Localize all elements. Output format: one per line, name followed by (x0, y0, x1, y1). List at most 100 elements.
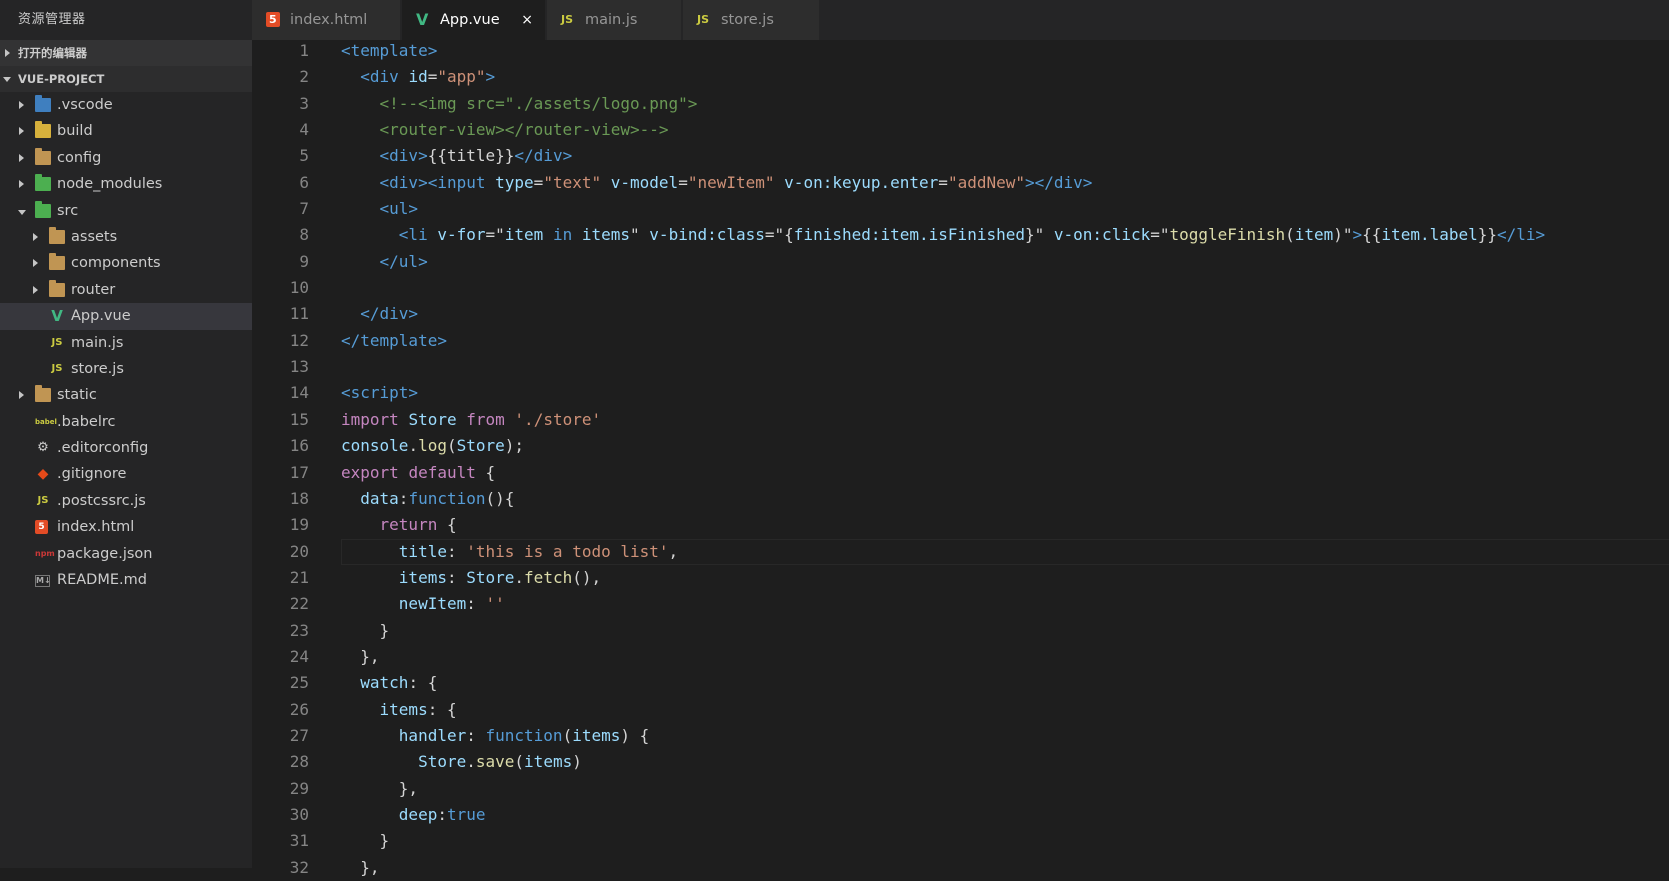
code-token: > (485, 67, 496, 87)
code-token: from (466, 409, 505, 429)
code-line[interactable]: </template> (341, 328, 1545, 354)
tab-store-js[interactable]: JS store.js (683, 0, 819, 40)
code-token: (), (572, 567, 602, 587)
code-line[interactable] (341, 275, 1545, 301)
code-line[interactable]: watch: { (341, 670, 1545, 696)
git-icon: ◆ (37, 466, 49, 483)
code-line[interactable]: <ul> (341, 196, 1545, 222)
tree-item-label: .gitignore (57, 466, 127, 483)
tree-item[interactable]: config (0, 145, 252, 171)
code-line[interactable] (341, 354, 1545, 380)
code-line[interactable]: newItem: '' (341, 591, 1545, 617)
tab-index-html[interactable]: 5 index.html (252, 0, 400, 40)
tree-item[interactable]: M↓ README.md (0, 567, 252, 593)
tree-item[interactable]: 5 index.html (0, 514, 252, 540)
code-token: '' (485, 594, 505, 614)
code-token: newItem (398, 594, 467, 614)
tree-item[interactable]: .vscode (0, 92, 252, 118)
line-number: 20 (289, 541, 309, 561)
tree-item[interactable]: ◆ .gitignore (0, 461, 252, 487)
tree-item-label: components (71, 255, 161, 272)
code-token: = (427, 67, 438, 87)
code-line[interactable]: title: 'this is a todo list', (341, 539, 1545, 565)
code-line[interactable]: <div id="app"> (341, 64, 1545, 90)
code-line[interactable]: } (341, 828, 1545, 854)
code-line[interactable]: export default { (341, 460, 1545, 486)
code-line[interactable]: Store.save(items) (341, 749, 1545, 775)
line-number: 25 (289, 673, 309, 693)
code-line[interactable]: return { (341, 512, 1545, 538)
folder-icon (49, 253, 65, 271)
code-line[interactable]: </div> (341, 301, 1545, 327)
code-line[interactable]: deep:true (341, 802, 1545, 828)
close-icon[interactable]: × (521, 0, 533, 40)
code-token: title (398, 541, 447, 561)
tree-item[interactable]: components (0, 250, 252, 276)
code-token: }, (341, 857, 380, 877)
code-token: =" (1150, 225, 1170, 245)
tree-item[interactable]: npm package.json (0, 541, 252, 567)
code-token: function (485, 725, 563, 745)
chevron-right-icon (33, 232, 38, 241)
code-line[interactable]: items: { (341, 697, 1545, 723)
tree-item[interactable]: build (0, 118, 252, 144)
tree-item[interactable]: babel .babelrc (0, 409, 252, 435)
tree-item[interactable]: src (0, 198, 252, 224)
code-token: Store (408, 409, 457, 429)
code-line[interactable]: <template> (341, 38, 1545, 64)
project-section[interactable]: VUE-PROJECT (0, 66, 252, 92)
code-line[interactable]: import Store from './store' (341, 407, 1545, 433)
code-line[interactable]: handler: function(items) { (341, 723, 1545, 749)
code-token: " (630, 225, 650, 245)
tree-item-label: main.js (71, 334, 124, 351)
tree-item[interactable]: assets (0, 224, 252, 250)
tree-item[interactable]: V App.vue (0, 303, 252, 330)
code-line[interactable]: items: Store.fetch(), (341, 565, 1545, 591)
code-line[interactable]: data:function(){ (341, 486, 1545, 512)
tree-item-label: node_modules (57, 176, 163, 193)
code-token: ="{ (764, 225, 794, 245)
code-token: }, (341, 778, 419, 798)
code-token: ></div> (1025, 172, 1093, 192)
line-number: 11 (289, 304, 309, 324)
code-token: ) (572, 752, 582, 772)
code-line[interactable]: <router-view></router-view>--> (341, 117, 1545, 143)
code-line[interactable]: }, (341, 776, 1545, 802)
code-token: : (466, 725, 486, 745)
js-icon: JS (37, 494, 49, 506)
tree-item[interactable]: JS main.js (0, 330, 252, 356)
code-line[interactable]: } (341, 618, 1545, 644)
code-token: import (341, 409, 399, 429)
folder-icon (49, 226, 65, 244)
line-number: 16 (289, 436, 309, 456)
code-line[interactable]: <script> (341, 380, 1545, 406)
line-number: 1 (299, 41, 309, 60)
code-line[interactable]: console.log(Store); (341, 433, 1545, 459)
gear-icon: ⚙ (37, 440, 49, 456)
code-line[interactable]: <div><input type="text" v-model="newItem… (341, 170, 1545, 196)
code-editor[interactable]: 1 2 3 4 5 6 7 8 9 10 11 12 13 14 15 16 17 18 19 20 21 22 23 24 2… (252, 40, 1669, 877)
code-line[interactable]: <li v-for="item in items" v-bind:class="… (341, 222, 1545, 248)
tree-item[interactable]: node_modules (0, 171, 252, 197)
code-line[interactable]: <!--<img src="./assets/logo.png"> (341, 91, 1545, 117)
open-editors-section[interactable]: 打开的编辑器 (0, 40, 252, 66)
tree-item[interactable]: JS store.js (0, 356, 252, 382)
code-line[interactable]: <div>{{title}}</div> (341, 143, 1545, 169)
tree-item[interactable]: router (0, 277, 252, 303)
open-editors-label: 打开的编辑器 (18, 46, 87, 60)
code-lines[interactable]: <template> <div id="app"> <!--<img src="… (341, 38, 1545, 881)
tab-app-vue[interactable]: V App.vue × (402, 0, 545, 40)
tab-bar: 5 index.html V App.vue × JS main.js JS store.js (252, 0, 1669, 40)
line-number: 3 (299, 93, 309, 113)
code-line[interactable]: }, (341, 644, 1545, 670)
tab-main-js[interactable]: JS main.js (547, 0, 681, 40)
code-token: } (341, 620, 390, 640)
tree-item[interactable]: ⚙ .editorconfig (0, 435, 252, 461)
tree-item[interactable]: JS .postcssrc.js (0, 488, 252, 514)
code-line[interactable]: </ul> (341, 249, 1545, 275)
tree-item[interactable]: static (0, 382, 252, 408)
